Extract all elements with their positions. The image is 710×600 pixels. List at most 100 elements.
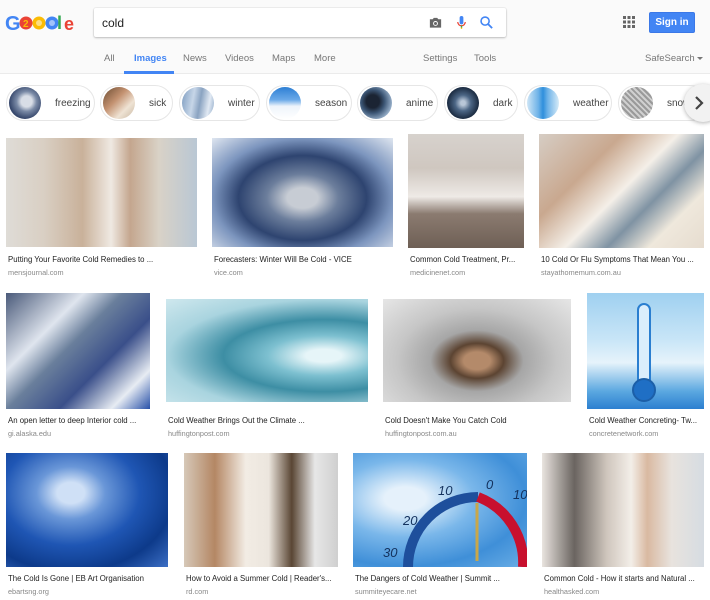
- camera-icon[interactable]: [428, 15, 443, 30]
- chip-label: freezing: [55, 97, 91, 109]
- image-result[interactable]: Common Cold Treatment, Pr... medicinenet…: [408, 134, 524, 278]
- chip-label: weather: [573, 97, 609, 109]
- result-thumbnail: [184, 453, 338, 567]
- chip-label: winter: [228, 97, 255, 109]
- result-thumbnail: [408, 134, 524, 248]
- header: G 2 l e Sign in: [0, 0, 710, 74]
- result-title: Putting Your Favorite Cold Remedies to .…: [8, 255, 154, 264]
- dial-label: 0: [486, 477, 494, 492]
- svg-text:2: 2: [23, 19, 29, 30]
- tab-maps[interactable]: Maps: [272, 53, 295, 64]
- image-result[interactable]: Forecasters: Winter Will Be Cold - VICE …: [212, 138, 393, 278]
- result-title: How to Avoid a Summer Cold | Reader's...: [186, 574, 332, 583]
- image-result[interactable]: 10 0 10 20 30 The Dangers of Cold Weathe…: [353, 453, 527, 600]
- result-thumbnail: [6, 293, 150, 409]
- result-source: gi.alaska.edu: [8, 429, 52, 438]
- search-icon[interactable]: [479, 15, 494, 30]
- dial-label: 10: [438, 483, 453, 498]
- chip-weather[interactable]: weather: [524, 85, 612, 121]
- chip-dark[interactable]: dark: [444, 85, 518, 121]
- image-result[interactable]: An open letter to deep Interior cold ...…: [6, 293, 150, 438]
- svg-text:l: l: [57, 13, 62, 33]
- chip-thumbnail: [360, 87, 392, 119]
- search-input[interactable]: [102, 8, 412, 37]
- chip-label: sick: [149, 97, 167, 109]
- tab-news[interactable]: News: [183, 53, 207, 64]
- dial-label: 30: [383, 545, 398, 560]
- chip-sick[interactable]: sick: [100, 85, 173, 121]
- result-thumbnail: [539, 134, 704, 248]
- chip-winter[interactable]: winter: [179, 85, 260, 121]
- result-thumbnail: [587, 293, 704, 409]
- chip-thumbnail: [182, 87, 214, 119]
- image-result[interactable]: The Cold Is Gone | EB Art Organisation e…: [6, 453, 168, 600]
- result-title: Common Cold - How it starts and Natural …: [544, 574, 695, 583]
- tab-images[interactable]: Images: [134, 53, 167, 64]
- result-thumbnail: [542, 453, 704, 567]
- result-thumbnail: [6, 453, 168, 567]
- microphone-icon[interactable]: [454, 15, 469, 30]
- result-thumbnail: 10 0 10 20 30: [353, 453, 527, 567]
- chip-thumbnail: [447, 87, 479, 119]
- result-source: medicinenet.com: [410, 268, 466, 277]
- result-title: The Dangers of Cold Weather | Summit ...: [355, 574, 500, 583]
- result-thumbnail: [383, 299, 571, 402]
- image-result[interactable]: Cold Weather Brings Out the Climate ... …: [166, 299, 368, 438]
- result-thumbnail: [212, 138, 393, 247]
- google-doodle-logo[interactable]: G 2 l e: [5, 11, 83, 35]
- svg-text:G: G: [5, 13, 21, 35]
- image-result[interactable]: How to Avoid a Summer Cold | Reader's...…: [184, 453, 338, 600]
- chip-thumbnail: [527, 87, 559, 119]
- image-result[interactable]: Cold Weather Concreting- Tw... concreten…: [587, 293, 704, 438]
- chip-label: dark: [493, 97, 513, 109]
- result-title: Cold Weather Concreting- Tw...: [589, 416, 698, 425]
- result-title: 10 Cold Or Flu Symptoms That Mean You ..…: [541, 255, 694, 264]
- active-tab-indicator: [124, 71, 174, 74]
- safesearch-label: SafeSearch: [645, 53, 695, 64]
- apps-grid-icon[interactable]: [623, 16, 635, 28]
- related-search-chips: freezing sick winter season anime dark w…: [0, 75, 710, 132]
- result-source: healthasked.com: [544, 587, 600, 596]
- chip-thumbnail: [269, 87, 301, 119]
- tab-videos[interactable]: Videos: [225, 53, 254, 64]
- search-box: [94, 8, 506, 37]
- result-source: huffingtonpost.com.au: [385, 429, 457, 438]
- tab-all[interactable]: All: [104, 53, 115, 64]
- result-title: Common Cold Treatment, Pr...: [410, 255, 516, 264]
- caret-down-icon: [696, 56, 703, 60]
- chip-anime[interactable]: anime: [357, 85, 438, 121]
- dial-label: 10: [513, 487, 527, 502]
- chip-season[interactable]: season: [266, 85, 352, 121]
- result-title: Forecasters: Winter Will Be Cold - VICE: [214, 255, 352, 264]
- result-title: The Cold Is Gone | EB Art Organisation: [8, 574, 144, 583]
- chip-thumbnail: [9, 87, 41, 119]
- result-thumbnail: [166, 299, 368, 402]
- safesearch-dropdown[interactable]: SafeSearch: [645, 53, 703, 64]
- thermometer-dial-graphic: 10 0 10 20 30: [383, 477, 527, 567]
- chip-label: anime: [406, 97, 434, 109]
- result-source: mensjournal.com: [8, 268, 64, 277]
- result-thumbnail: [6, 138, 197, 247]
- tab-more[interactable]: More: [314, 53, 336, 64]
- image-result[interactable]: Putting Your Favorite Cold Remedies to .…: [6, 138, 197, 278]
- result-source: stayathomemum.com.au: [541, 268, 621, 277]
- tools-link[interactable]: Tools: [474, 53, 496, 64]
- sign-in-button[interactable]: Sign in: [649, 12, 695, 33]
- result-source: huffingtonpost.com: [168, 429, 230, 438]
- svg-text:e: e: [64, 14, 74, 34]
- image-result[interactable]: Cold Doesn't Make You Catch Cold huffing…: [383, 299, 571, 438]
- dial-label: 20: [402, 513, 418, 528]
- chip-thumbnail: [621, 87, 653, 119]
- result-source: rd.com: [186, 587, 209, 596]
- result-source: summiteyecare.net: [355, 587, 417, 596]
- result-title: Cold Doesn't Make You Catch Cold: [385, 416, 507, 425]
- image-result[interactable]: Common Cold - How it starts and Natural …: [542, 453, 704, 600]
- result-source: ebartsng.org: [8, 587, 49, 596]
- result-source: concretenetwork.com: [589, 429, 659, 438]
- result-title: An open letter to deep Interior cold ...: [8, 416, 137, 425]
- chip-label: season: [315, 97, 348, 109]
- chip-freezing[interactable]: freezing: [6, 85, 95, 121]
- chip-thumbnail: [103, 87, 135, 119]
- settings-link[interactable]: Settings: [423, 53, 457, 64]
- image-result[interactable]: 10 Cold Or Flu Symptoms That Mean You ..…: [539, 134, 704, 278]
